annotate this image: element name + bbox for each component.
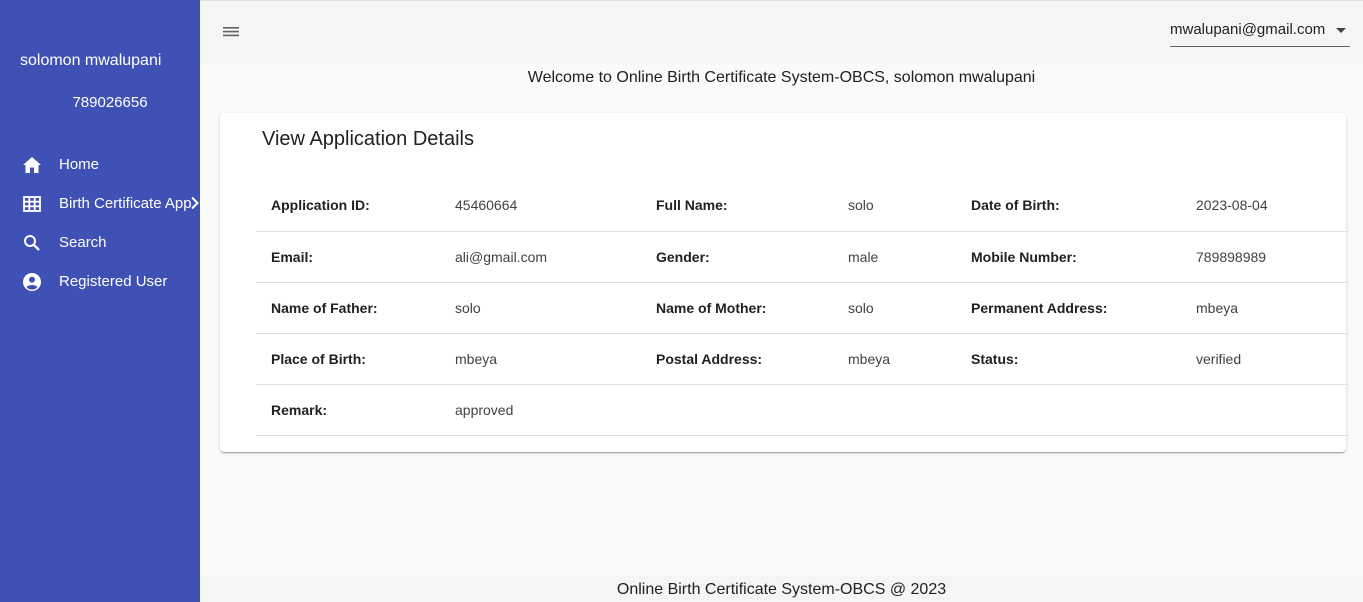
detail-label: Application ID:: [256, 180, 455, 232]
table-row: Email: ali@gmail.com Gender: male Mobile…: [256, 231, 1348, 283]
application-details-table: Application ID: 45460664 Full Name: solo…: [256, 180, 1348, 436]
detail-value: 2023-08-04: [1196, 180, 1348, 232]
sidebar-nav: Home Birth Certificate App Search Regist…: [0, 145, 200, 301]
grid-icon: [22, 194, 42, 214]
detail-value: mbeya: [455, 333, 641, 385]
detail-value: solo: [848, 180, 956, 232]
detail-value: 789898989: [1196, 231, 1348, 283]
empty-cell: [956, 384, 1196, 436]
table-row: Application ID: 45460664 Full Name: solo…: [256, 180, 1348, 232]
detail-label: Permanent Address:: [956, 282, 1196, 334]
detail-value: male: [848, 231, 956, 283]
home-icon: [22, 155, 42, 175]
detail-value: solo: [848, 282, 956, 334]
detail-value: solo: [455, 282, 641, 334]
detail-value: verified: [1196, 333, 1348, 385]
empty-cell: [1196, 384, 1348, 436]
chevron-right-icon[interactable]: [190, 196, 200, 210]
detail-label: Place of Birth:: [256, 333, 455, 385]
account-circle-icon: [22, 272, 42, 292]
sidebar-item-home[interactable]: Home: [0, 145, 200, 184]
detail-label: Name of Father:: [256, 282, 455, 334]
table-row: Place of Birth: mbeya Postal Address: mb…: [256, 333, 1348, 385]
user-name: solomon mwalupani: [20, 52, 162, 69]
search-icon: [22, 233, 42, 253]
sidebar-item-label: Registered User: [59, 273, 168, 290]
sidebar-item-birth-certificate-app[interactable]: Birth Certificate App: [0, 184, 200, 223]
sidebar-item-label: Search: [59, 234, 107, 251]
card-title: View Application Details: [262, 128, 474, 150]
detail-value: mbeya: [1196, 282, 1348, 334]
detail-label: Status:: [956, 333, 1196, 385]
welcome-message: Welcome to Online Birth Certificate Syst…: [527, 69, 1036, 86]
detail-value: 45460664: [455, 180, 641, 232]
sidebar-item-search[interactable]: Search: [0, 223, 200, 262]
detail-label: Postal Address:: [641, 333, 848, 385]
table-row: Name of Father: solo Name of Mother: sol…: [256, 282, 1348, 334]
top-bar: mwalupani@gmail.com: [200, 0, 1363, 64]
detail-label: Name of Mother:: [641, 282, 848, 334]
detail-value: ali@gmail.com: [455, 231, 641, 283]
detail-label: Full Name:: [641, 180, 848, 232]
caret-down-icon: [1336, 28, 1346, 33]
account-email: mwalupani@gmail.com: [1170, 21, 1326, 38]
user-phone: 789026656: [72, 94, 148, 111]
detail-label: Mobile Number:: [956, 231, 1196, 283]
detail-label: Remark:: [256, 384, 455, 436]
sidebar-item-registered-user[interactable]: Registered User: [0, 262, 200, 301]
detail-value: mbeya: [848, 333, 956, 385]
detail-label: Gender:: [641, 231, 848, 283]
detail-label: Email:: [256, 231, 455, 283]
empty-cell: [848, 384, 956, 436]
sidebar-item-label: Home: [59, 156, 100, 173]
sidebar: solomon mwalupani 789026656 Home Birth C…: [0, 0, 200, 602]
account-dropdown[interactable]: mwalupani@gmail.com: [1170, 15, 1350, 47]
detail-value: approved: [455, 384, 641, 436]
sidebar-item-label: Birth Certificate App: [59, 195, 192, 212]
empty-cell: [641, 384, 848, 436]
table-row: Remark: approved: [256, 384, 1348, 436]
detail-label: Date of Birth:: [956, 180, 1196, 232]
footer: Online Birth Certificate System-OBCS @ 2…: [200, 576, 1363, 602]
menu-icon[interactable]: [222, 23, 240, 39]
